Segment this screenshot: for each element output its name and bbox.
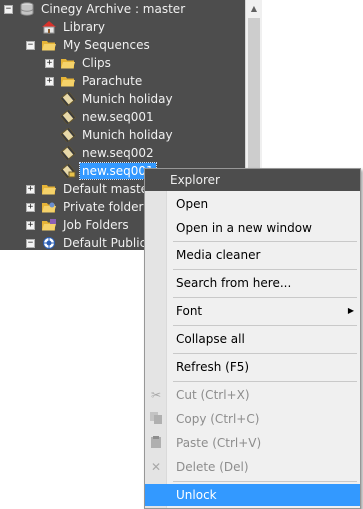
tree-label-library: Library [63,20,105,34]
tree-label-root: Cinegy Archive : master [41,2,186,16]
expand-icon[interactable]: + [45,58,54,68]
filmstrip-icon [60,145,76,161]
open-folder-icon [60,74,76,88]
menu-item-search[interactable]: Search from here... [145,272,360,294]
database-icon [19,2,35,16]
menu-item-copy[interactable]: Copy (Ctrl+C) [145,408,360,430]
tree-item-clips[interactable]: + Clips [0,54,245,72]
copy-icon [148,411,164,427]
locked-filmstrip-icon [60,163,76,179]
tree-label-clips: Clips [82,56,111,70]
expand-icon[interactable]: + [26,220,35,230]
tree-item-library[interactable]: Library [0,18,245,36]
expand-icon[interactable]: + [26,202,35,212]
tree-item-sequence[interactable]: new.seq002 [0,144,245,162]
open-folder-icon [41,182,57,196]
open-folder-icon [41,38,57,52]
tree-label-job-folders: Job Folders [63,218,129,232]
context-menu: Explorer Open Open in a new window Media… [144,168,361,509]
menu-item-font[interactable]: Font ▶ [145,300,360,322]
menu-item-delete[interactable]: ✕ Delete (Del) [145,456,360,478]
private-folder-icon [41,200,57,214]
public-globe-icon [41,236,57,250]
menu-item-paste-label: Paste (Ctrl+V) [176,436,262,450]
menu-header: Explorer [145,169,360,191]
menu-separator [173,241,357,242]
filmstrip-icon [60,109,76,125]
submenu-arrow-icon: ▶ [347,306,354,315]
tree-item-my-sequences[interactable]: − My Sequences [0,36,245,54]
scissors-icon: ✂ [150,388,162,402]
tree-item-sequence[interactable]: Munich holiday [0,90,245,108]
menu-separator [173,481,357,482]
tree-label-sequence: new.seq002 [82,146,154,160]
library-icon [41,20,57,34]
tree-label-sequence: Munich holiday [82,92,173,106]
menu-item-cut[interactable]: ✂ Cut (Ctrl+X) [145,384,360,406]
menu-separator [173,325,357,326]
expand-icon[interactable]: + [45,76,54,86]
tree-label-parachute: Parachute [82,74,143,88]
menu-separator [173,381,357,382]
menu-separator [173,269,357,270]
tree-item-parachute[interactable]: + Parachute [0,72,245,90]
collapse-icon[interactable]: − [26,238,35,248]
paste-icon [148,435,164,451]
filmstrip-icon [60,127,76,143]
filmstrip-icon [60,91,76,107]
menu-item-refresh[interactable]: Refresh (F5) [145,356,360,378]
menu-item-font-label: Font [176,304,203,318]
expand-icon[interactable]: + [26,184,35,194]
menu-item-open[interactable]: Open [145,193,360,215]
menu-item-media-cleaner[interactable]: Media cleaner [145,244,360,266]
tree-item-sequence[interactable]: Munich holiday [0,126,245,144]
menu-item-cut-label: Cut (Ctrl+X) [176,388,250,402]
open-folder-icon [60,56,76,70]
menu-separator [173,297,357,298]
tree-item-root[interactable]: − Cinegy Archive : master [0,0,245,18]
collapse-icon[interactable]: − [4,4,13,14]
scroll-thumb[interactable] [248,18,260,168]
menu-separator [173,353,357,354]
menu-item-open-new-window[interactable]: Open in a new window [145,217,360,239]
tree-item-sequence[interactable]: new.seq001 [0,108,245,126]
tree-label-sequence: new.seq001 [82,110,154,124]
tree-label-private-folders: Private folders [63,200,150,214]
menu-item-unlock[interactable]: Unlock [145,484,360,506]
collapse-icon[interactable]: − [26,40,35,50]
job-folder-icon [41,218,57,232]
tree-label-my-sequences: My Sequences [63,38,150,52]
scroll-up-arrow-icon[interactable]: ▲ [246,0,262,17]
menu-item-paste[interactable]: Paste (Ctrl+V) [145,432,360,454]
menu-item-copy-label: Copy (Ctrl+C) [176,412,260,426]
menu-item-delete-label: Delete (Del) [176,460,249,474]
tree-label-sequence: Munich holiday [82,128,173,142]
delete-x-icon: ✕ [150,460,162,474]
menu-item-collapse-all[interactable]: Collapse all [145,328,360,350]
